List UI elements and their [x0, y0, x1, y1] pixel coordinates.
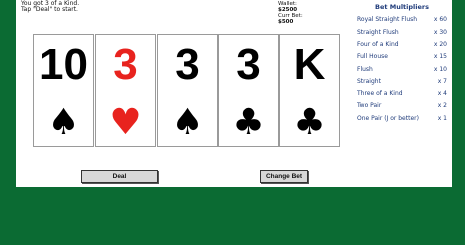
club-icon: ♣	[293, 102, 326, 143]
hand-multiplier: x 30	[433, 29, 447, 36]
card-rank: 3	[113, 40, 138, 89]
hand-name: Straight	[357, 78, 381, 85]
multiplier-row: Three of a Kind x 4	[357, 90, 447, 97]
card-2[interactable]: 3 ♥	[95, 34, 156, 147]
multiplier-row: Two Pair x 2	[357, 102, 447, 109]
status-instruction: Tap "Deal" to start.	[21, 6, 78, 13]
heart-icon: ♥	[109, 102, 142, 143]
card-1[interactable]: 10 ♠	[33, 34, 94, 147]
hand-multiplier: x 2	[437, 102, 447, 109]
hand-name: Four of a Kind	[357, 41, 399, 48]
hand-name: Two Pair	[357, 102, 382, 109]
hand-multiplier: x 60	[433, 16, 447, 23]
multiplier-row: Flush x 10	[357, 66, 447, 73]
hand-multiplier: x 7	[437, 78, 447, 85]
hand-multiplier: x 20	[433, 41, 447, 48]
change-bet-button[interactable]: Change Bet	[260, 170, 308, 183]
deal-button[interactable]: Deal	[81, 170, 158, 183]
spade-icon: ♠	[47, 102, 80, 143]
multiplier-row: One Pair (J or better) x 1	[357, 115, 447, 122]
spade-icon: ♠	[171, 102, 204, 143]
multipliers-title: Bet Multipliers	[375, 3, 429, 11]
hand-name: Full House	[357, 53, 388, 60]
card-5[interactable]: K ♣	[279, 34, 340, 147]
hand-name: Straight Flush	[357, 29, 399, 36]
multiplier-row: Straight Flush x 30	[357, 29, 447, 36]
card-3[interactable]: 3 ♠	[157, 34, 218, 147]
multiplier-row: Royal Straight Flush x 60	[357, 16, 447, 23]
hand-multiplier: x 10	[433, 66, 447, 73]
hand-name: Flush	[357, 66, 373, 73]
current-bet-value: $500	[278, 19, 294, 25]
multiplier-row: Four of a Kind x 20	[357, 41, 447, 48]
card-rank: 3	[175, 40, 200, 89]
hand-name: Three of a Kind	[357, 90, 403, 97]
hand-name: Royal Straight Flush	[357, 16, 418, 23]
hand-multiplier: x 1	[437, 115, 447, 122]
hand-multiplier: x 15	[433, 53, 447, 60]
multiplier-row: Full House x 15	[357, 53, 447, 60]
hand-multiplier: x 4	[437, 90, 447, 97]
card-rank: K	[293, 40, 326, 89]
card-rank: 10	[39, 40, 88, 89]
hand-name: One Pair (J or better)	[357, 115, 419, 122]
club-icon: ♣	[232, 102, 265, 143]
card-rank: 3	[236, 40, 261, 89]
multiplier-row: Straight x 7	[357, 78, 447, 85]
card-4[interactable]: 3 ♣	[218, 34, 279, 147]
